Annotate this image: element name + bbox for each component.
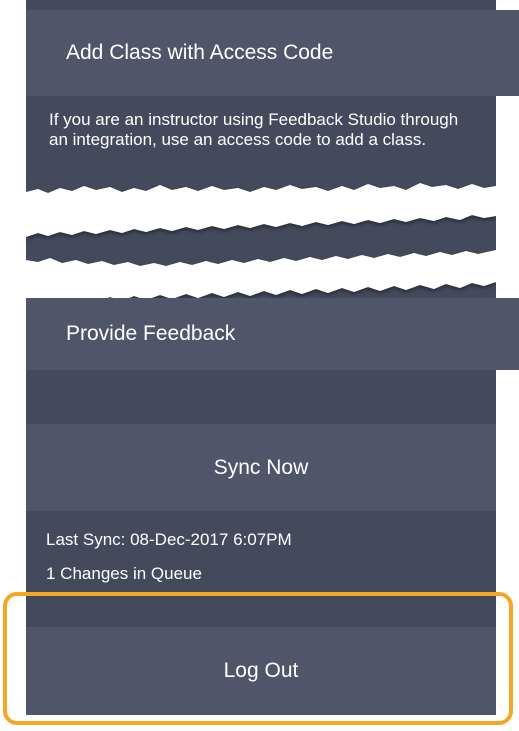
- sync-status-section: Last Sync: 08-Dec-2017 6:07PM 1 Changes …: [26, 511, 496, 627]
- add-class-with-access-code-button[interactable]: Add Class with Access Code: [26, 10, 519, 96]
- last-sync-text: Last Sync: 08-Dec-2017 6:07PM: [46, 530, 292, 549]
- add-class-note-section: If you are an instructor using Feedback …: [26, 96, 496, 188]
- changes-in-queue-text: 1 Changes in Queue: [46, 564, 202, 583]
- provide-feedback-label: Provide Feedback: [66, 322, 236, 345]
- torn-paper-divider: [26, 183, 496, 305]
- sync-now-label: Sync Now: [213, 455, 309, 479]
- add-class-label: Add Class with Access Code: [66, 41, 334, 64]
- top-section-gap: [26, 0, 496, 10]
- add-class-note: If you are an instructor using Feedback …: [49, 110, 459, 149]
- section-gap: [26, 370, 496, 424]
- settings-menu: Add Class with Access Code If you are an…: [26, 0, 519, 731]
- log-out-label: Log Out: [223, 659, 299, 682]
- log-out-button[interactable]: Log Out: [26, 627, 496, 715]
- sync-now-button[interactable]: Sync Now: [26, 424, 496, 511]
- provide-feedback-button[interactable]: Provide Feedback: [26, 298, 519, 370]
- page: Add Class with Access Code If you are an…: [0, 0, 519, 731]
